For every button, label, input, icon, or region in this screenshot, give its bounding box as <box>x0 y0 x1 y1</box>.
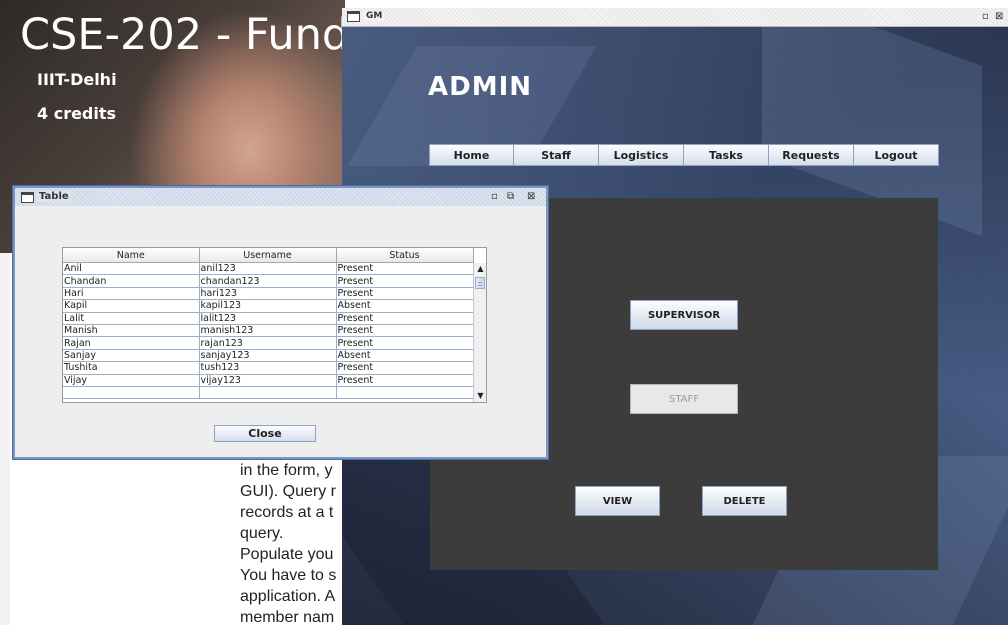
gm-window-title: GM <box>364 11 385 21</box>
window-icon <box>21 192 34 203</box>
table-row[interactable]: Lalit lalit123 Present <box>63 312 474 325</box>
gm-titlebar[interactable]: GM ▫ ⊠ <box>342 8 1008 27</box>
minimize-icon[interactable]: ▫ <box>491 191 498 203</box>
cell-username: manish123 <box>199 324 337 338</box>
table-row[interactable]: Kapil kapil123 Absent <box>63 299 474 313</box>
admin-menubar: Home Staff Logistics Tasks Requests Logo… <box>429 144 939 166</box>
text-line: application. A <box>240 588 336 605</box>
cell-name: Tushita <box>63 361 200 375</box>
menu-staff-button[interactable]: Staff <box>513 144 599 166</box>
text-line: GUI). Query r <box>240 483 337 500</box>
table-row[interactable]: Sanjay sanjay123 Absent <box>63 349 474 363</box>
cell-username <box>199 386 337 400</box>
data-table: Name Username Status Anil anil123 Present … <box>63 248 474 400</box>
cell-status: Present <box>336 336 474 350</box>
course-title: CSE-202 - Fund <box>20 10 350 60</box>
assignment-text: in the form, y GUI). Query r records at … <box>240 460 345 628</box>
maximize-icon[interactable]: ⧉ <box>507 191 514 203</box>
cell-name: Chandan <box>63 274 200 288</box>
staff-button[interactable]: STAFF <box>630 384 738 414</box>
table-header-row: Name Username Status <box>63 248 474 263</box>
table-row[interactable]: Chandan chandan123 Present <box>63 274 474 288</box>
close-icon[interactable]: ⊠ <box>995 11 1003 23</box>
cell-status: Present <box>336 287 474 301</box>
cell-name <box>63 386 200 400</box>
cell-status: Present <box>336 374 474 387</box>
admin-heading: ADMIN <box>428 72 533 102</box>
cell-username: sanjay123 <box>199 349 337 363</box>
menu-home-button[interactable]: Home <box>429 144 514 166</box>
cell-name: Kapil <box>63 299 200 313</box>
page-margin <box>0 253 10 625</box>
text-line: You have to s <box>240 567 337 584</box>
cell-name: Vijay <box>63 374 200 387</box>
cell-status: Absent <box>336 299 474 313</box>
table-row[interactable]: Hari hari123 Present <box>63 287 474 301</box>
cell-name: Anil <box>63 262 200 276</box>
text-line: in the form, y <box>240 462 333 479</box>
institute-label: IIIT-Delhi <box>37 70 117 89</box>
cell-status: Present <box>336 274 474 288</box>
cell-name: Sanjay <box>63 349 200 363</box>
cell-status: Absent <box>336 349 474 363</box>
window-icon <box>347 11 360 22</box>
cell-name: Hari <box>63 287 200 301</box>
column-header-username[interactable]: Username <box>199 248 337 263</box>
cell-name: Lalit <box>63 312 200 325</box>
scroll-thumb[interactable] <box>475 277 485 289</box>
table-window: Table ▫ ⧉ ⊠ Name Username Status Anil ani… <box>13 186 548 459</box>
menu-tasks-button[interactable]: Tasks <box>683 144 769 166</box>
menu-requests-button[interactable]: Requests <box>768 144 854 166</box>
scroll-down-icon[interactable]: ▼ <box>474 390 486 402</box>
cell-username: tush123 <box>199 361 337 375</box>
text-line: query. <box>240 525 284 542</box>
table-titlebar[interactable]: Table ▫ ⧉ ⊠ <box>15 188 546 206</box>
text-line: records at a t <box>240 504 334 521</box>
cell-status: Present <box>336 312 474 325</box>
table-row[interactable]: Tushita tush123 Present <box>63 361 474 375</box>
cell-status: Present <box>336 324 474 338</box>
table-window-title: Table <box>37 191 71 202</box>
delete-button[interactable]: DELETE <box>702 486 787 516</box>
staff-table: Name Username Status Anil anil123 Present … <box>62 247 487 403</box>
table-row[interactable]: Anil anil123 Present <box>63 262 474 276</box>
table-row[interactable]: Rajan rajan123 Present <box>63 336 474 350</box>
restore-icon[interactable]: ▫ <box>982 11 989 23</box>
cell-status <box>336 386 474 400</box>
table-row[interactable]: Vijay vijay123 Present <box>63 374 474 387</box>
scroll-up-icon[interactable]: ▲ <box>474 263 486 275</box>
credits-label: 4 credits <box>37 104 117 123</box>
menu-logout-button[interactable]: Logout <box>853 144 939 166</box>
column-header-name[interactable]: Name <box>63 248 200 263</box>
text-line: Populate you <box>240 546 334 563</box>
view-button[interactable]: VIEW <box>575 486 660 516</box>
cell-name: Rajan <box>63 336 200 350</box>
table-scrollbar[interactable]: ▲ ▼ <box>473 263 486 402</box>
cell-username: anil123 <box>199 262 337 276</box>
cell-status: Present <box>336 262 474 276</box>
cell-username: vijay123 <box>199 374 337 387</box>
cell-username: lalit123 <box>199 312 337 325</box>
cell-name: Manish <box>63 324 200 338</box>
column-header-status[interactable]: Status <box>336 248 474 263</box>
cell-username: hari123 <box>199 287 337 301</box>
supervisor-button[interactable]: SUPERVISOR <box>630 300 738 330</box>
table-row[interactable]: Manish manish123 Present <box>63 324 474 338</box>
cell-username: chandan123 <box>199 274 337 288</box>
close-button[interactable]: Close <box>214 425 316 442</box>
close-icon[interactable]: ⊠ <box>527 191 535 203</box>
table-row[interactable] <box>63 386 474 400</box>
cell-username: kapil123 <box>199 299 337 313</box>
menu-logistics-button[interactable]: Logistics <box>598 144 684 166</box>
cell-username: rajan123 <box>199 336 337 350</box>
cell-status: Present <box>336 361 474 375</box>
